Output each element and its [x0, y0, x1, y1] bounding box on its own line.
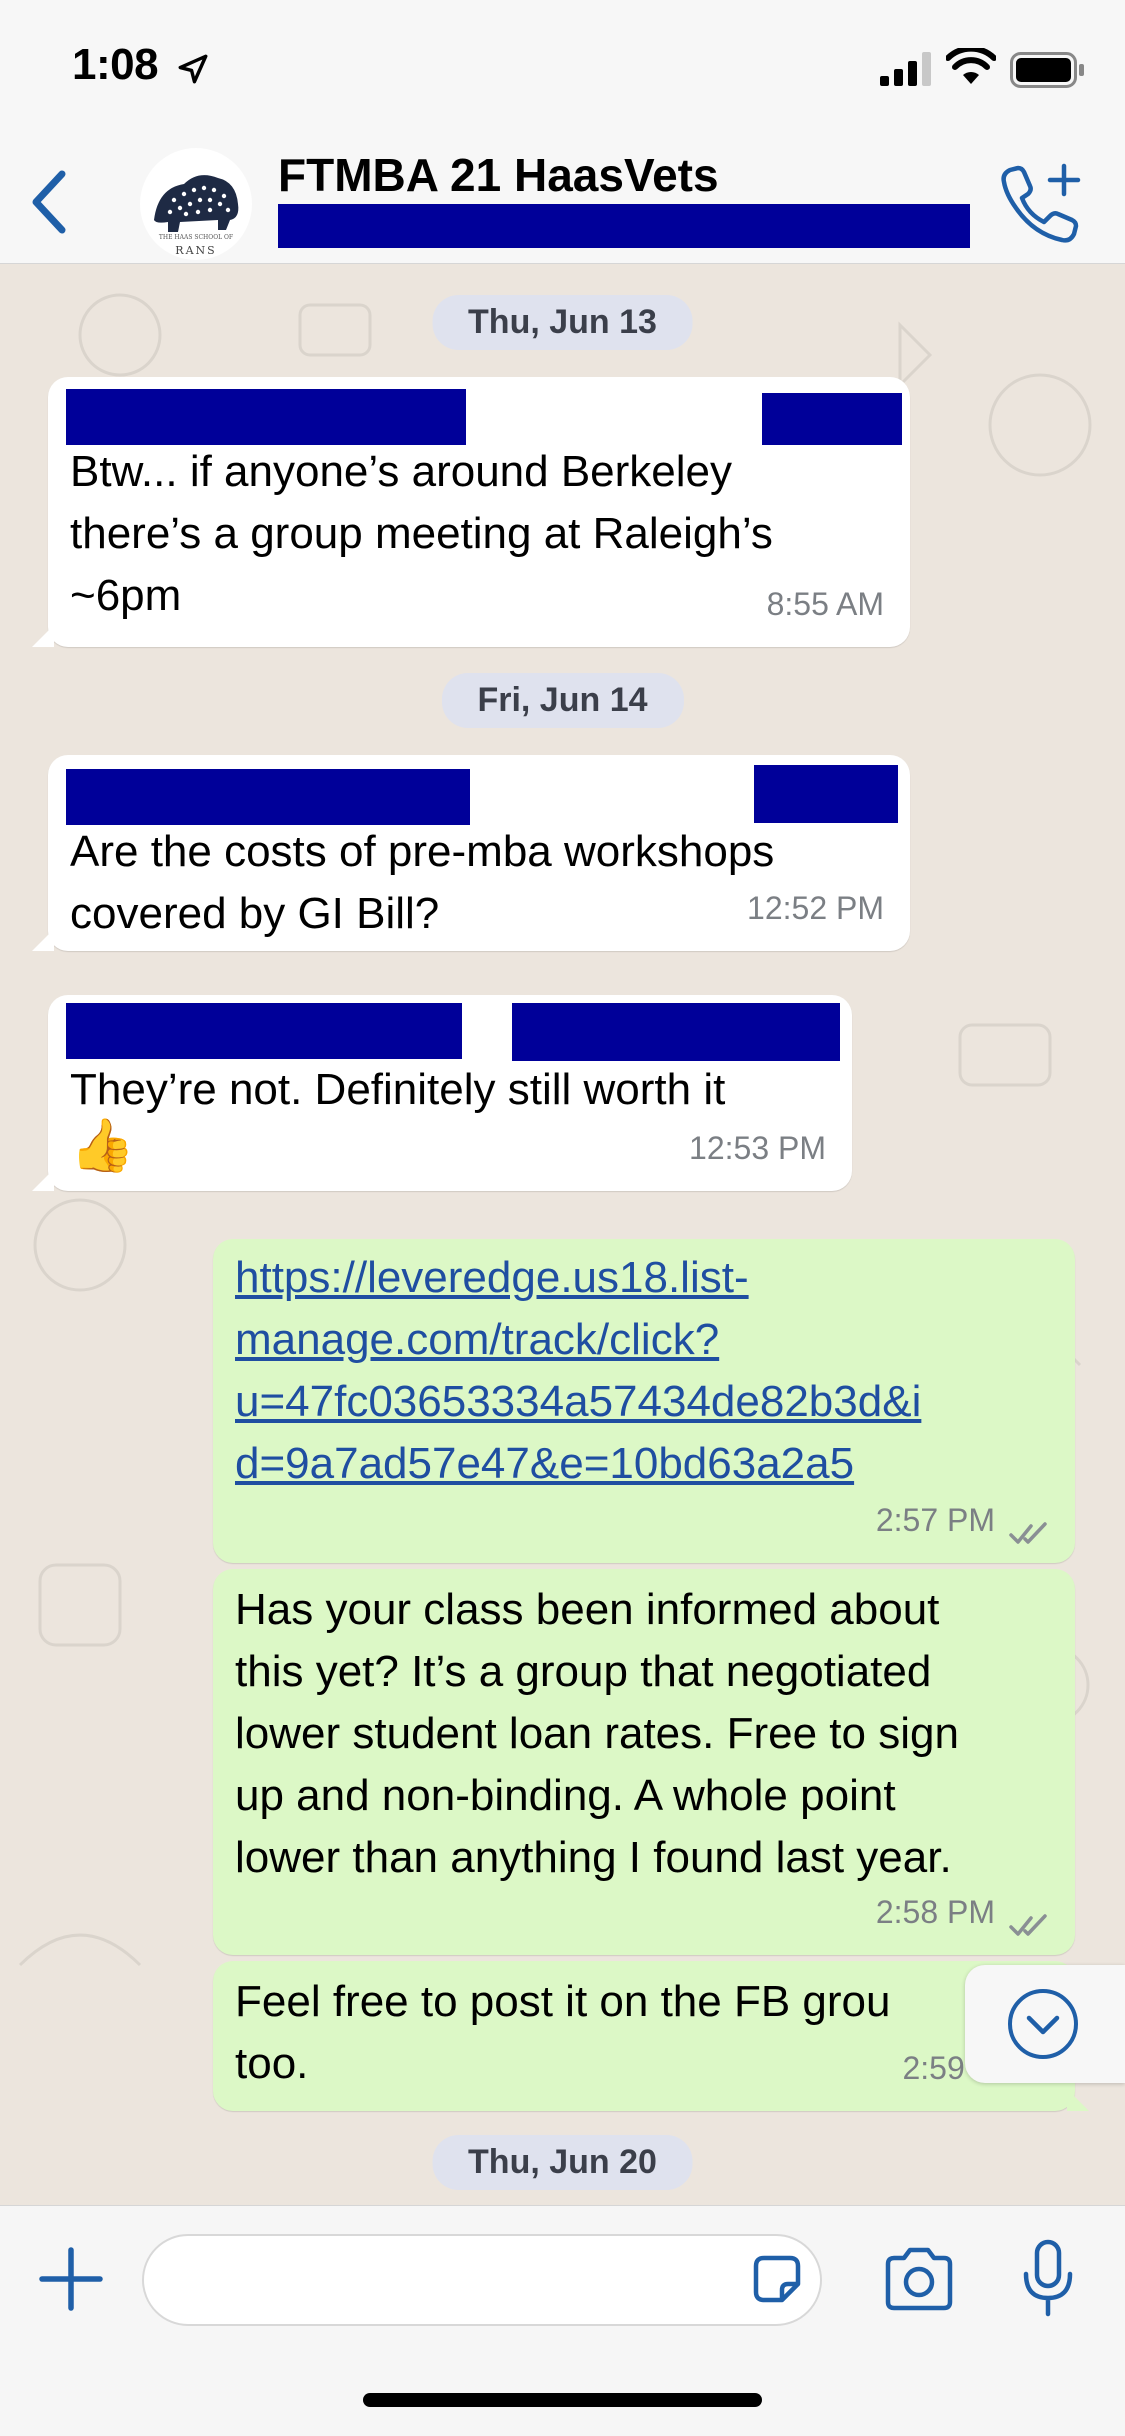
message-line: lower student loan rates. Free to sign	[235, 1709, 959, 1758]
avatar-text-bottom: RANS	[175, 244, 217, 257]
cellular-signal-icon	[880, 52, 931, 86]
message-line: up and non-binding. A whole point	[235, 1771, 896, 1820]
sender-name-redacted	[66, 1003, 462, 1059]
message-line: lower than anything I found last year.	[235, 1833, 952, 1882]
chat-subtitle-redacted[interactable]	[278, 204, 970, 248]
message-time: 12:52 PM	[747, 890, 884, 926]
message-time: 2:57 PM	[875, 1502, 995, 1538]
sender-phone-redacted	[512, 1003, 840, 1061]
message-line: there’s a group meeting at Raleigh’s	[70, 509, 773, 558]
sender-phone-redacted	[762, 393, 902, 445]
message-line: Has your class been informed about	[235, 1585, 940, 1634]
sender-phone-redacted	[754, 765, 898, 823]
date-separator: Thu, Jun 13	[432, 295, 693, 350]
double-check-icon	[1009, 1914, 1047, 1936]
outgoing-message[interactable]: Feel free to post it on the FB grou too.…	[213, 1961, 1089, 2111]
message-line: this yet? It’s a group that negotiated	[235, 1647, 932, 1696]
scroll-to-bottom-button[interactable]	[965, 1965, 1125, 2083]
outgoing-message[interactable]: Has your class been informed about this …	[213, 1569, 1075, 1955]
link-line[interactable]: manage.com/track/click?	[235, 1309, 1055, 1371]
thumbs-up-emoji: 👍	[70, 1117, 135, 1175]
avatar-text-top: THE HAAS SCHOOL OF	[158, 234, 234, 241]
message-line: Are the costs of pre-mba workshops	[70, 827, 775, 876]
location-arrow-icon	[178, 54, 208, 84]
chevron-down-circle-icon	[1008, 1989, 1078, 2059]
status-bar: 1:08	[0, 0, 1125, 140]
incoming-message[interactable]: Btw... if anyone’s around Berkeley there…	[32, 377, 910, 647]
message-line: Btw... if anyone’s around Berkeley	[70, 447, 733, 496]
chat-title[interactable]: FTMBA 21 HaasVets	[278, 148, 719, 202]
microphone-button[interactable]	[1020, 2238, 1076, 2320]
double-check-icon	[1009, 1522, 1047, 1544]
add-call-button[interactable]	[992, 158, 1092, 248]
bubble-tail	[32, 929, 54, 951]
sticker-button[interactable]	[748, 2250, 806, 2308]
sender-name-redacted	[66, 769, 470, 825]
message-input[interactable]	[142, 2234, 822, 2326]
message-time: 2:58 PM	[875, 1894, 995, 1930]
bubble-tail	[32, 1169, 54, 1191]
outgoing-message[interactable]: https://leveredge.us18.list- manage.com/…	[213, 1239, 1075, 1563]
chat-header: THE HAAS SCHOOL OF RANS FTMBA 21 HaasVet…	[0, 140, 1125, 264]
date-separator: Thu, Jun 20	[432, 2135, 693, 2190]
sender-name-redacted	[66, 389, 466, 445]
battery-icon	[1010, 52, 1084, 88]
wifi-icon	[946, 48, 996, 84]
incoming-message[interactable]: Are the costs of pre-mba workshops cover…	[32, 755, 910, 951]
message-input-bar	[0, 2205, 1125, 2436]
bubble-tail	[32, 625, 54, 647]
message-text: Has your class been informed about this …	[235, 1579, 1055, 1889]
link-line[interactable]: d=9a7ad57e47&e=10bd63a2a5	[235, 1433, 1055, 1495]
group-avatar[interactable]: THE HAAS SCHOOL OF RANS	[140, 148, 252, 260]
home-indicator[interactable]	[363, 2393, 762, 2407]
message-time: 8:55 AM	[766, 586, 884, 622]
date-separator: Fri, Jun 14	[441, 673, 684, 728]
status-time: 1:08	[72, 40, 159, 89]
message-line: They’re not. Definitely still worth it	[70, 1065, 726, 1114]
link-line[interactable]: https://leveredge.us18.list-	[235, 1247, 1055, 1309]
attach-plus-button[interactable]	[36, 2244, 106, 2314]
message-text: They’re not. Definitely still worth it	[70, 1059, 832, 1121]
incoming-message[interactable]: They’re not. Definitely still worth it 👍…	[32, 995, 852, 1191]
bubble-tail	[1067, 2089, 1089, 2111]
chat-area[interactable]: Thu, Jun 13 Btw... if anyone’s around Be…	[0, 265, 1125, 2205]
link-line[interactable]: u=47fc03653334a57434de82b3d&i	[235, 1371, 1055, 1433]
message-link[interactable]: https://leveredge.us18.list- manage.com/…	[235, 1247, 1055, 1495]
message-time: 12:53 PM	[689, 1130, 826, 1166]
back-button[interactable]	[20, 162, 80, 242]
message-line: Feel free to post it on the FB grou	[235, 1977, 891, 2026]
camera-button[interactable]	[882, 2246, 956, 2312]
